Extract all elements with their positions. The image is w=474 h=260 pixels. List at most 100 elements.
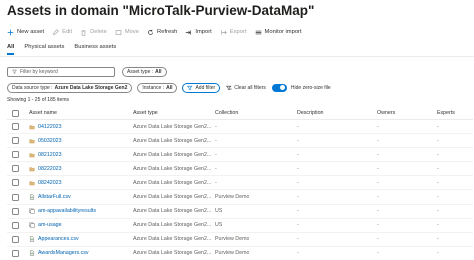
row-checkbox[interactable] [12,221,19,229]
owners-cell: - [377,236,379,243]
asset-type-cell: Azure Data Lake Storage Gen2... [133,179,211,186]
column-header-asset-name[interactable]: Asset name [29,110,57,116]
asset-type-cell: Azure Data Lake Storage Gen2... [133,222,211,229]
data-source-filter-value: Azure Data Lake Storage Gen2 [54,84,128,91]
column-header-asset-type[interactable]: Asset type [133,110,211,116]
column-header-collection[interactable]: Collection [215,110,238,116]
export-icon [220,29,227,36]
table-row[interactable]: 04122023 Azure Data Lake Storage Gen2... -… [7,120,473,135]
tab-business-assets[interactable]: Business assets [74,44,116,56]
description-cell: - [297,151,299,158]
row-checkbox[interactable] [12,193,19,201]
tab-all[interactable]: All [7,44,15,56]
experts-cell: - [437,222,439,229]
clear-all-filters-label: Clear all filters [234,84,266,91]
tab-physical-assets[interactable]: Physical assets [24,44,64,56]
table-row[interactable]: AwardsManagers.csv Azure Data Lake Storag… [7,247,473,260]
folder-icon [29,166,35,172]
table-body: 04122023 Azure Data Lake Storage Gen2... -… [7,120,473,260]
asset-name-link[interactable]: AllstarFull.csv [29,194,71,200]
delete-button[interactable]: Delete [80,29,107,36]
move-label: Move [124,29,140,35]
asset-name-link[interactable]: 08212023 [29,152,62,158]
collection-cell: - [215,137,217,144]
filter-icon [12,69,17,74]
table-row[interactable]: 05032023 Azure Data Lake Storage Gen2... -… [7,134,473,149]
import-label: Import [195,29,212,35]
assets-table: Asset name Asset type Collection Descrip… [7,107,473,260]
asset-name-link[interactable]: AwardsManagers.csv [29,250,89,256]
select-all-checkbox[interactable] [12,110,19,117]
asset-name-text: am-appavailabilityresults [38,208,96,215]
table-row[interactable]: 08212023 Azure Data Lake Storage Gen2... -… [7,148,473,163]
asset-name-text: AwardsManagers.csv [38,250,89,257]
results-count: Showing 1 - 25 of 185 items [7,97,69,103]
asset-name-link[interactable]: 05032023 [29,138,62,144]
row-checkbox[interactable] [12,137,19,145]
table-row[interactable]: am-appavailabilityresults Azure Data Lake… [7,205,473,219]
delete-label: Delete [90,29,107,35]
experts-cell: - [437,165,439,172]
import-button[interactable]: Import [185,29,212,36]
table-row[interactable]: AllstarFull.csv Azure Data Lake Storage G… [7,190,473,205]
column-header-experts[interactable]: Experts [437,110,455,116]
experts-cell: - [437,236,439,243]
row-checkbox[interactable] [12,235,19,243]
row-checkbox[interactable] [12,123,19,131]
folder-icon [29,124,35,130]
description-cell: - [297,179,299,186]
refresh-label: Refresh [157,29,178,35]
collection-cell: Purview Demo [215,250,250,257]
command-bar: New asset Edit Delete Move Refresh Impor… [7,27,310,37]
instance-filter-pill[interactable]: Instance : All [137,82,178,93]
asset-name-link[interactable]: am-usage [29,222,62,228]
experts-cell: - [437,151,439,158]
experts-cell: - [437,123,439,130]
row-checkbox[interactable] [12,249,19,257]
add-filter-button[interactable]: Add filter [182,82,221,93]
collection-cell: - [215,123,217,130]
new-asset-button[interactable]: New asset [7,29,44,36]
asset-type-filter-value: All [155,68,162,75]
owners-cell: - [377,165,379,172]
table-row[interactable]: am-usage Azure Data Lake Storage Gen2... U… [7,219,473,233]
folder-icon [29,180,35,186]
column-header-description[interactable]: Description [297,110,324,116]
table-row[interactable]: Appearances.csv Azure Data Lake Storage G… [7,233,473,247]
table-row[interactable]: 08222023 Azure Data Lake Storage Gen2... -… [7,162,473,177]
asset-name-link[interactable]: Appearances.csv [29,236,79,242]
owners-cell: - [377,179,379,186]
data-source-filter-label: Data source type : [12,84,53,91]
asset-name-link[interactable]: 04122023 [29,124,62,130]
column-header-owners[interactable]: Owners [377,110,395,116]
experts-cell: - [437,179,439,186]
asset-type-filter-pill[interactable]: Asset type : All [122,66,167,77]
asset-name-link[interactable]: 08242023 [29,180,62,186]
description-cell: - [297,165,299,172]
owners-cell: - [377,194,379,201]
export-button[interactable]: Export [220,29,247,36]
hide-zero-size-toggle[interactable] [271,83,287,92]
owners-cell: - [377,123,379,130]
row-checkbox[interactable] [12,151,19,159]
clear-all-filters-button[interactable]: Clear all filters [226,85,266,91]
asset-type-cell: Azure Data Lake Storage Gen2... [133,123,211,130]
description-cell: - [297,137,299,144]
asset-name-link[interactable]: am-appavailabilityresults [29,208,96,214]
monitor-import-button[interactable]: Monitor import [255,29,302,36]
row-checkbox[interactable] [12,207,19,215]
instance-filter-value: All [166,84,173,91]
data-source-filter-pill[interactable]: Data source type : Azure Data Lake Stora… [7,82,133,93]
row-checkbox[interactable] [12,179,19,187]
edit-button[interactable]: Edit [52,28,72,36]
experts-cell: - [437,208,439,215]
asset-name-link[interactable]: 08222023 [29,166,62,172]
table-row[interactable]: 08242023 Azure Data Lake Storage Gen2... -… [7,176,473,191]
owners-cell: - [377,208,379,215]
row-checkbox[interactable] [12,165,19,173]
collection-cell: - [215,179,217,186]
keyword-filter-input[interactable]: Filter by keyword [7,66,115,77]
file-icon [29,250,35,257]
refresh-button[interactable]: Refresh [147,29,177,36]
move-button[interactable]: Move [115,29,139,36]
